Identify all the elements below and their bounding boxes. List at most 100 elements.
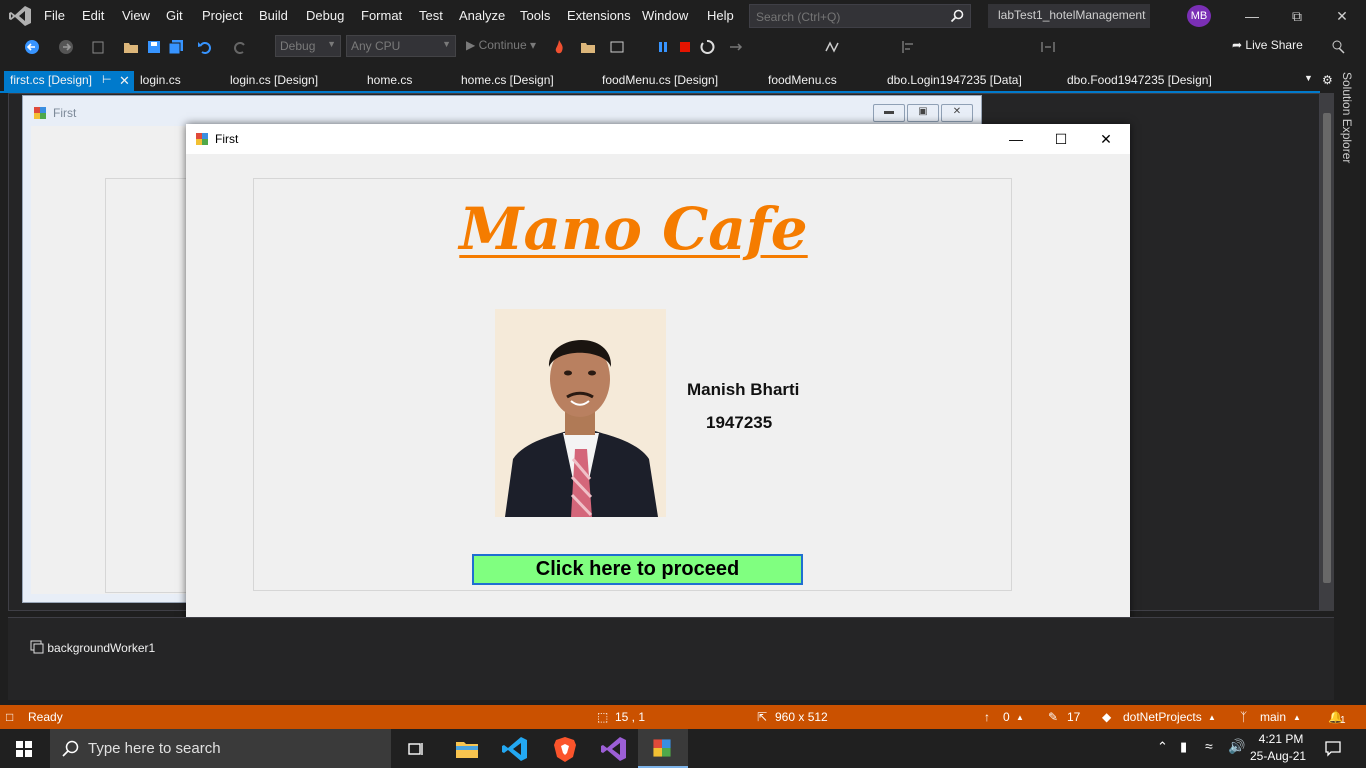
- taskbar-search-placeholder: Type here to search: [88, 740, 221, 757]
- file-explorer-icon[interactable]: [451, 733, 483, 765]
- running-form-titlebar[interactable]: First — ☐ ✕: [186, 124, 1130, 154]
- new-project-icon[interactable]: [90, 39, 106, 55]
- action-center-icon[interactable]: [1324, 739, 1342, 757]
- hot-reload-icon[interactable]: [551, 39, 567, 55]
- avatar[interactable]: MB: [1187, 5, 1211, 27]
- status-bar: □ Ready ⬚ 15 , 1 ⇱ 960 x 512 ↑ 0 ▲ ✎ 17 …: [0, 705, 1366, 729]
- visual-studio-icon[interactable]: [598, 733, 630, 765]
- changes-count[interactable]: 17: [1067, 710, 1080, 724]
- minimize-icon[interactable]: —: [1001, 129, 1031, 149]
- pin-icon[interactable]: ⊢: [102, 73, 112, 86]
- cursor-position: 15 , 1: [615, 710, 646, 724]
- solution-explorer-label: Solution Explorer: [1340, 72, 1354, 164]
- tab-login-data[interactable]: dbo.Login1947235 [Data]: [887, 73, 1022, 87]
- platform-dropdown[interactable]: Any CPU ▼: [346, 35, 456, 57]
- battery-icon[interactable]: ▮: [1180, 739, 1187, 755]
- pencil-icon[interactable]: ✎: [1048, 710, 1058, 724]
- clock-time[interactable]: 4:21 PM: [1256, 732, 1306, 746]
- brave-icon[interactable]: [549, 733, 581, 765]
- repository-name[interactable]: dotNetProjects: [1123, 710, 1202, 724]
- content-panel: Mano Cafe Manish Bharti 1947235 Click he…: [253, 178, 1012, 591]
- background-worker-component[interactable]: backgroundWorker1: [30, 640, 155, 655]
- menu-debug[interactable]: Debug: [306, 8, 344, 23]
- step-over-icon[interactable]: [728, 39, 744, 55]
- menu-edit[interactable]: Edit: [82, 8, 104, 23]
- taskbar-search[interactable]: Type here to search: [50, 729, 391, 768]
- tab-login-cs[interactable]: login.cs: [140, 73, 181, 87]
- push-arrow-icon[interactable]: ↑: [984, 710, 990, 724]
- proceed-button[interactable]: Click here to proceed: [472, 554, 803, 585]
- play-icon: ▶: [466, 38, 476, 52]
- vertical-scrollbar[interactable]: [1320, 93, 1334, 611]
- tab-overflow-icon[interactable]: ▼: [1304, 73, 1313, 83]
- vscode-icon[interactable]: [499, 733, 531, 765]
- back-arrow-icon[interactable]: [24, 39, 40, 55]
- chevron-up-icon: ▲: [1016, 713, 1024, 722]
- spacing-icon[interactable]: [1040, 39, 1056, 55]
- share-icon: ➦: [1232, 38, 1243, 52]
- wifi-icon[interactable]: ≈: [1205, 738, 1213, 754]
- search-icon: [62, 740, 79, 757]
- restart-icon[interactable]: [699, 39, 715, 55]
- menu-analyze[interactable]: Analyze: [459, 8, 505, 23]
- menu-git[interactable]: Git: [166, 8, 183, 23]
- tab-login-design[interactable]: login.cs [Design]: [230, 73, 318, 87]
- clock-date[interactable]: 25-Aug-21: [1250, 749, 1306, 763]
- browser-icon[interactable]: [609, 39, 625, 55]
- close-icon[interactable]: ✕: [1332, 6, 1352, 26]
- close-icon[interactable]: ✕: [1091, 129, 1121, 149]
- undo-icon[interactable]: [197, 39, 213, 55]
- save-icon[interactable]: [146, 39, 162, 55]
- find-in-files-icon[interactable]: [580, 39, 596, 55]
- minimize-icon: ▬: [873, 104, 905, 122]
- running-app-active[interactable]: [638, 729, 688, 768]
- menu-project[interactable]: Project: [202, 8, 242, 23]
- live-share-button[interactable]: ➦ Live Share: [1232, 38, 1303, 52]
- maximize-icon[interactable]: ☐: [1046, 129, 1076, 149]
- menu-build[interactable]: Build: [259, 8, 288, 23]
- scrollbar-thumb[interactable]: [1323, 113, 1331, 583]
- minimize-icon[interactable]: —: [1242, 6, 1262, 26]
- tab-food-design[interactable]: dbo.Food1947235 [Design]: [1067, 73, 1212, 87]
- stop-icon[interactable]: [677, 39, 693, 55]
- redo-icon[interactable]: [232, 39, 248, 55]
- gear-icon[interactable]: ⚙: [1322, 73, 1333, 87]
- tab-foodmenu-cs[interactable]: foodMenu.cs: [768, 73, 837, 87]
- menu-file[interactable]: File: [44, 8, 65, 23]
- tab-foodmenu-design[interactable]: foodMenu.cs [Design]: [602, 73, 718, 87]
- status-text: Ready: [28, 710, 63, 724]
- menu-format[interactable]: Format: [361, 8, 402, 23]
- search-input[interactable]: [750, 5, 948, 29]
- windows-taskbar: Type here to search ⌃ ▮ ≈ 🔊 4:21 PM 25-A…: [0, 729, 1366, 768]
- volume-icon[interactable]: 🔊: [1228, 738, 1245, 755]
- forward-arrow-icon[interactable]: [58, 39, 74, 55]
- menu-help[interactable]: Help: [707, 8, 734, 23]
- branch-name[interactable]: main: [1260, 710, 1286, 724]
- menu-extensions[interactable]: Extensions: [567, 8, 631, 23]
- menu-test[interactable]: Test: [419, 8, 443, 23]
- tab-home-cs[interactable]: home.cs: [367, 73, 412, 87]
- align-left-icon[interactable]: [901, 39, 917, 55]
- open-folder-icon[interactable]: [123, 39, 139, 55]
- menu-window[interactable]: Window: [642, 8, 688, 23]
- menu-tools[interactable]: Tools: [520, 8, 550, 23]
- search-box[interactable]: [749, 4, 971, 29]
- continue-button[interactable]: ▶ Continue ▾: [466, 38, 536, 52]
- chevron-down-icon: ▼: [327, 39, 336, 49]
- close-icon[interactable]: ✕: [119, 73, 130, 89]
- diagnostics-icon[interactable]: [824, 39, 840, 55]
- pause-icon[interactable]: [655, 39, 671, 55]
- tab-home-design[interactable]: home.cs [Design]: [461, 73, 554, 87]
- restore-icon[interactable]: ⧉: [1287, 6, 1307, 26]
- feedback-icon[interactable]: [1330, 39, 1346, 55]
- configuration-dropdown[interactable]: Debug ▼: [275, 35, 341, 57]
- running-form-window[interactable]: First — ☐ ✕ Mano Cafe Manish Bharti 1947…: [186, 124, 1130, 627]
- save-all-icon[interactable]: [168, 39, 184, 55]
- chevron-up-icon[interactable]: ⌃: [1157, 739, 1168, 755]
- push-count[interactable]: 0: [1003, 710, 1010, 724]
- task-view-icon[interactable]: [400, 733, 432, 765]
- selection-size: 960 x 512: [775, 710, 828, 724]
- windows-start-icon[interactable]: [16, 741, 32, 757]
- menu-view[interactable]: View: [122, 8, 150, 23]
- solution-explorer-tab[interactable]: Solution Explorer: [1340, 70, 1360, 170]
